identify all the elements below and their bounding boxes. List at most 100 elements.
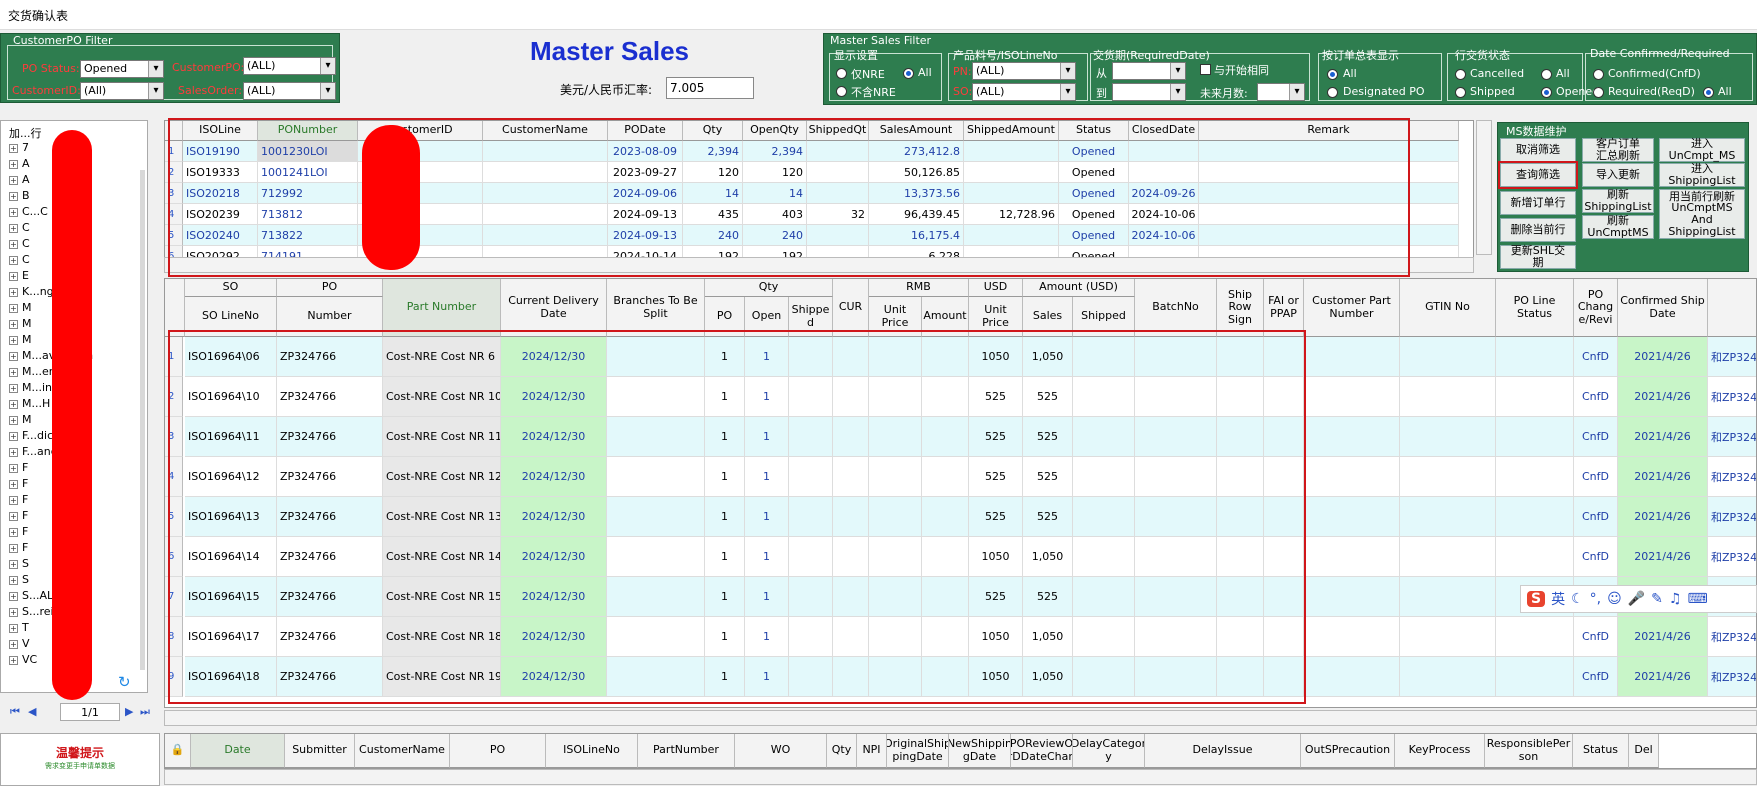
top-grid-header[interactable]: ShippedQt [807,121,869,141]
by-po-all-radio[interactable] [1327,69,1338,80]
main-grid-cell[interactable] [607,417,705,457]
top-grid-cell[interactable]: 120 [743,162,807,183]
main-grid-cell[interactable]: 和ZP324764, [1708,617,1756,657]
delay-grid-header[interactable]: Del [1629,734,1659,768]
main-grid-cell[interactable] [1264,417,1304,457]
delay-grid-header[interactable]: PartNumber [638,734,735,768]
expand-icon[interactable]: + [9,304,18,313]
main-grid-cell[interactable]: 1050 [969,657,1023,697]
top-grid-cell[interactable]: 2024-09-13 [608,204,683,225]
tree-node[interactable]: + F [9,477,28,490]
expand-icon[interactable]: + [9,512,18,521]
main-grid-cell[interactable] [922,457,969,497]
main-grid-cell[interactable]: Cost-NRE Cost NR 11 [383,417,501,457]
main-grid-cell[interactable] [833,497,869,537]
top-grid-cell[interactable]: 13,373.56 [869,183,964,204]
main-grid-cell[interactable]: Cost-NRE Cost NR 18 [383,617,501,657]
main-grid-cell[interactable] [869,377,922,417]
main-grid-cell[interactable] [1217,497,1264,537]
expand-icon[interactable]: + [9,144,18,153]
main-grid-cell[interactable]: 525 [969,377,1023,417]
main-grid-cell[interactable] [1217,417,1264,457]
tree-node[interactable]: + VC [9,653,37,666]
update-shl-date-button[interactable]: 更新SHL交 期 [1500,245,1576,269]
sales-order-select[interactable]: (ALL) [243,82,336,100]
main-grid-cell[interactable]: 和ZP324764, [1708,417,1756,457]
top-grid-header[interactable]: PONumber [258,121,358,141]
main-grid-cell[interactable] [1264,497,1304,537]
main-grid-cell[interactable] [833,337,869,377]
main-grid-cell[interactable]: 1,050 [1023,657,1073,697]
delay-grid-header[interactable]: PO [450,734,546,768]
main-grid-header[interactable]: Part Number [383,279,501,337]
main-grid-header[interactable]: Unit Price [869,297,922,337]
main-grid-cell[interactable] [1135,457,1217,497]
top-grid-cell[interactable] [483,183,608,204]
main-grid-cell[interactable] [1304,337,1400,377]
enter-uncmpt-ms-button[interactable]: 进入 UnCmpt_MS [1659,138,1745,162]
delay-grid-header[interactable]: Date [191,734,285,768]
top-grid-cell[interactable]: 713812 [258,204,358,225]
main-grid-cell[interactable]: 1050 [969,617,1023,657]
delay-grid-header[interactable]: POReviewO rDDateChan [1011,734,1073,768]
top-grid-cell[interactable]: 96,439.45 [869,204,964,225]
row-number[interactable]: 4 [165,457,183,497]
main-grid-cell[interactable]: 和ZP324764, [1708,537,1756,577]
top-grid-cell[interactable]: ISO20240 [183,225,258,246]
date-all-radio[interactable] [1703,87,1714,98]
expand-icon[interactable]: + [9,176,18,185]
main-grid-cell[interactable] [1217,457,1264,497]
main-grid-cell[interactable]: 1 [705,537,745,577]
main-grid-cell[interactable]: CnfD [1574,537,1618,577]
row-number[interactable]: 3 [165,183,183,204]
top-grid-cell[interactable]: ISO20239 [183,204,258,225]
tree-node[interactable]: 加...行 [9,125,42,141]
top-grid-cell[interactable]: 403 [743,204,807,225]
main-grid-cell[interactable] [833,537,869,577]
top-grid-cell[interactable]: 713822 [258,225,358,246]
main-grid-cell[interactable] [1135,497,1217,537]
main-grid-cell[interactable] [869,577,922,617]
confirmed-radio[interactable] [1593,69,1604,80]
tree-node[interactable]: + M [9,301,32,314]
tree-node[interactable]: + F [9,493,28,506]
refresh-with-row-button[interactable]: 用当前行刷新 UnCmptMS And ShippingList [1659,189,1745,239]
main-grid-cell[interactable]: Cost-NRE Cost NR 12 [383,457,501,497]
main-grid-cell[interactable]: 2024/12/30 [501,617,607,657]
main-grid-cell[interactable]: ISO16964\06 [185,337,277,377]
main-grid-cell[interactable]: 和ZP324764, [1708,377,1756,417]
main-grid-cell[interactable] [1073,617,1135,657]
enter-shipping-list-button[interactable]: 进入 ShippingList [1659,163,1745,187]
main-grid-cell[interactable]: CnfD [1574,417,1618,457]
main-grid-cell[interactable] [922,617,969,657]
main-grid-cell[interactable]: 和ZP324764, [1708,457,1756,497]
main-grid-cell[interactable] [1400,497,1496,537]
customer-id-select[interactable]: (All) [80,82,164,100]
main-grid-cell[interactable] [789,577,833,617]
main-grid-cell[interactable] [607,657,705,697]
main-grid-cell[interactable]: Cost-NRE Cost NR 15 [383,577,501,617]
expand-icon[interactable]: + [9,656,18,665]
tree-node[interactable]: + F [9,509,28,522]
main-grid-cell[interactable] [833,417,869,457]
main-grid-cell[interactable]: CnfD [1574,617,1618,657]
main-grid-cell[interactable] [1496,657,1574,697]
delay-grid-header[interactable]: Status [1573,734,1629,768]
main-grid-cell[interactable] [1304,417,1400,457]
ime-lang[interactable]: 英 [1551,589,1565,609]
tree-node[interactable]: + F [9,461,28,474]
main-grid-cell[interactable] [922,377,969,417]
main-grid-header[interactable]: Branches To Be Split [607,279,705,337]
main-grid-cell[interactable] [789,457,833,497]
row-number[interactable]: 1 [165,337,183,377]
main-grid-cell[interactable] [789,337,833,377]
main-grid-cell[interactable]: 1 [705,457,745,497]
expand-icon[interactable]: + [9,320,18,329]
main-grid-header[interactable]: CUR [833,279,869,337]
delay-grid-header[interactable]: OutSPrecaution [1301,734,1395,768]
main-grid-hscroll[interactable] [164,710,1757,726]
to-date-select[interactable] [1112,83,1186,101]
main-grid-cell[interactable]: 2024/12/30 [501,337,607,377]
refresh-summary-button[interactable]: 客户订单 汇总刷新 [1582,138,1654,162]
main-grid-cell[interactable]: 1 [745,457,789,497]
